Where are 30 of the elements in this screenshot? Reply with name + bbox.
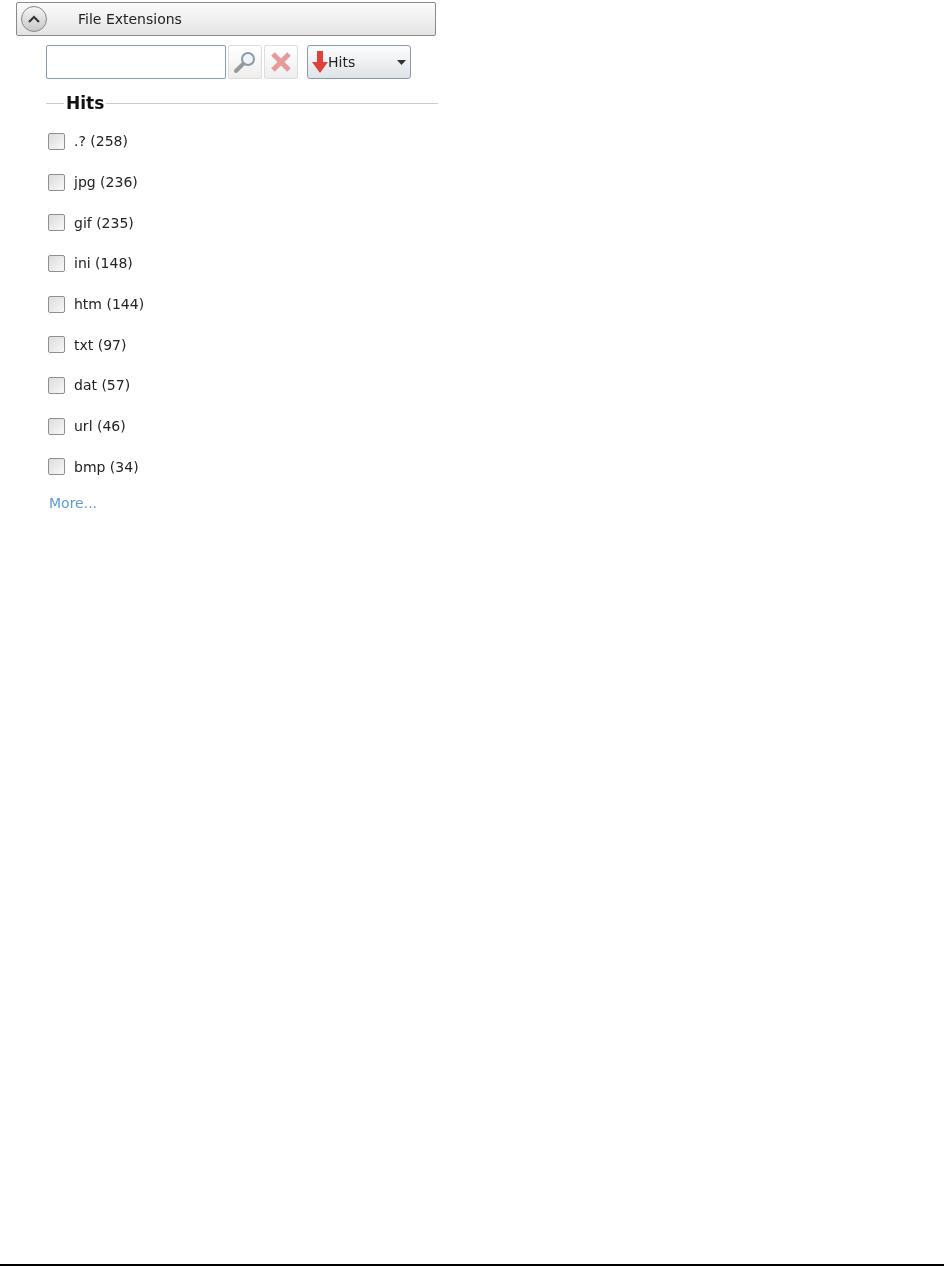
checkbox[interactable] [48,376,65,394]
checkbox[interactable] [48,254,65,272]
group-heading: Hits [65,93,106,113]
checkbox-label: ini (148) [74,255,133,272]
checkbox-label: gif (235) [74,214,134,231]
search-field[interactable] [46,45,226,79]
down-arrow-icon [312,50,328,74]
checkbox[interactable] [48,458,65,476]
checkbox[interactable] [48,417,65,435]
checkbox-label: htm (144) [74,296,145,313]
checkbox-label: bmp (34) [74,458,139,475]
checkbox[interactable] [48,132,65,150]
checkbox-label: jpg (236) [74,174,138,191]
checkbox[interactable] [48,295,65,313]
checkbox-label: .? (258) [74,133,128,150]
checkbox-label: url (46) [74,418,126,435]
clear-button[interactable] [264,45,298,79]
checkbox-label: txt (97) [74,336,127,353]
checkbox-label: dat (57) [74,377,131,394]
collapse-button[interactable] [21,6,47,32]
search-button[interactable] [228,45,262,79]
checkbox[interactable] [48,336,65,354]
checkbox[interactable] [48,214,65,232]
checkbox[interactable] [48,173,65,191]
close-icon [270,51,292,73]
sort-button[interactable]: Hits [307,45,411,79]
chevron-icon [28,15,40,23]
panel-title: File Extensions [78,11,182,27]
caret-icon [397,59,406,65]
search-icon [233,50,257,74]
